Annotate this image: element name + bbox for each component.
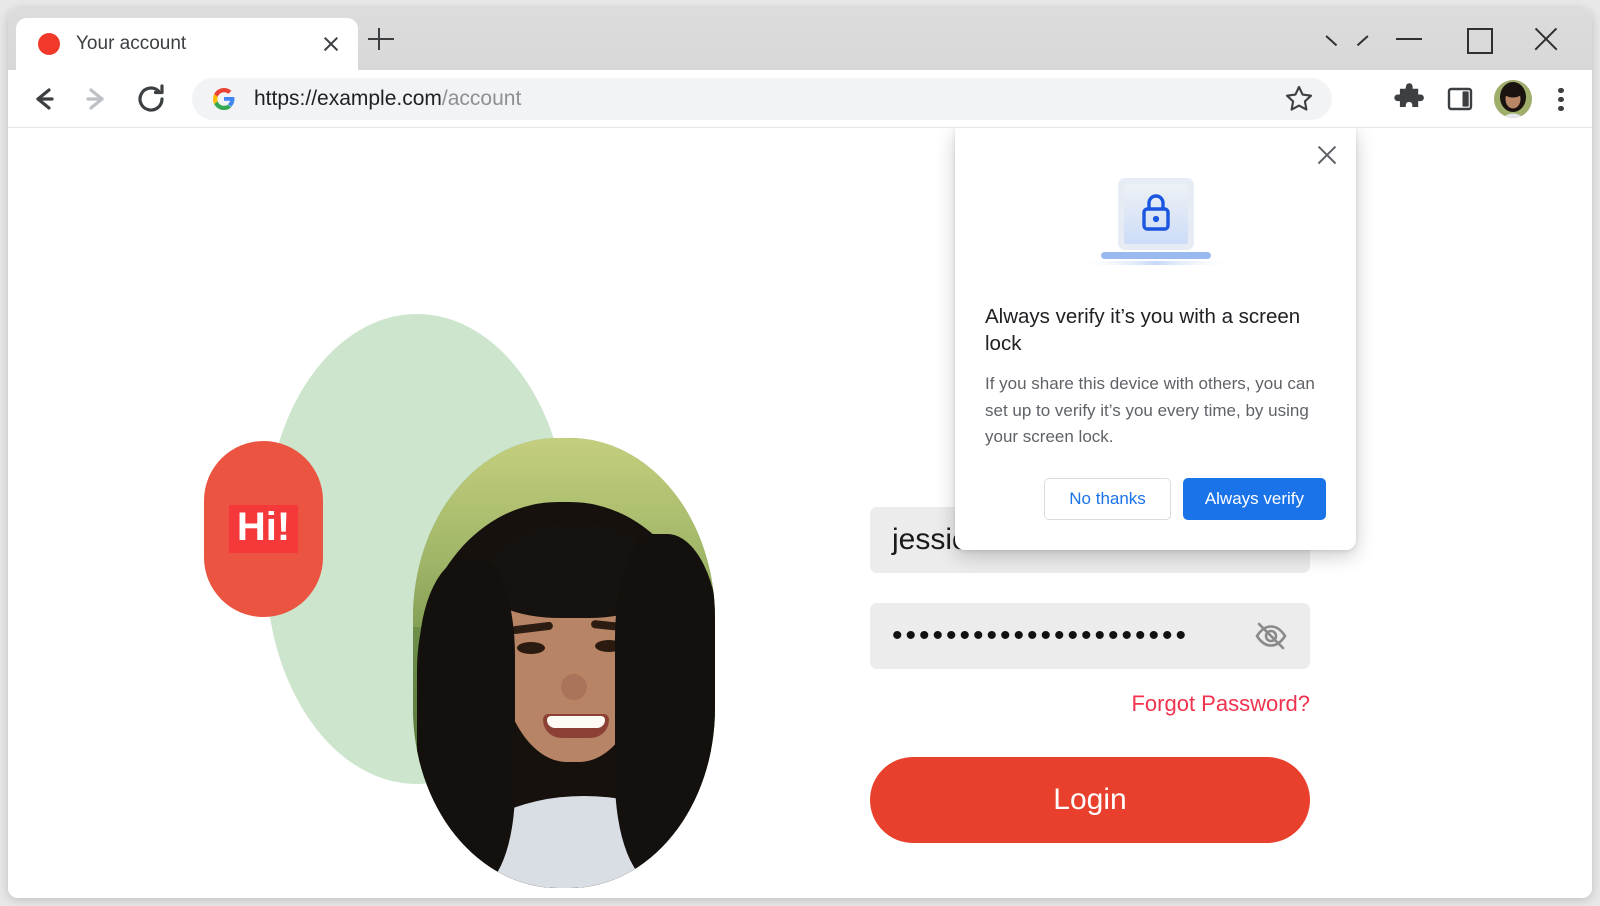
toolbar-actions [1285, 79, 1578, 119]
minimize-window-button[interactable] [1392, 22, 1426, 56]
password-input[interactable]: •••••••••••••••••••••• [870, 603, 1310, 669]
greeting-badge-label: Hi! [228, 504, 299, 554]
close-window-button[interactable] [1529, 22, 1563, 56]
back-arrow-icon[interactable] [20, 76, 66, 122]
url-path: /account [441, 86, 522, 110]
tab-strip: Your account [8, 8, 1592, 70]
star-icon[interactable] [1280, 80, 1318, 118]
eye-off-icon[interactable] [1252, 617, 1290, 655]
laptop-with-lock-icon [1075, 178, 1236, 265]
side-panel-icon[interactable] [1440, 79, 1480, 119]
browser-toolbar: https://example.com/account [8, 70, 1592, 128]
dialog-body-text: If you share this device with others, yo… [985, 374, 1315, 446]
address-bar[interactable]: https://example.com/account [192, 77, 1332, 120]
address-bar-url: https://example.com/account [254, 87, 521, 111]
avatar[interactable] [1494, 79, 1532, 118]
new-tab-button[interactable] [366, 24, 396, 54]
tab-title: Your account [76, 33, 187, 54]
profile-photo [413, 438, 715, 888]
no-thanks-button[interactable]: No thanks [1044, 478, 1171, 521]
three-dot-menu-icon[interactable] [1544, 79, 1578, 119]
greeting-pill: Hi! [204, 441, 323, 617]
reload-icon[interactable] [128, 76, 174, 122]
page-viewport: Hi! W Please jessic ••••••••• [8, 128, 1592, 898]
dialog-title: Always verify it’s you with a screen loc… [985, 305, 1301, 355]
browser-tab[interactable]: Your account [16, 18, 358, 70]
password-value: •••••••••••••••••••••• [892, 619, 1190, 652]
always-verify-button[interactable]: Always verify [1182, 478, 1326, 521]
forward-arrow-icon[interactable] [74, 76, 120, 122]
dialog-actions: No thanks Always verify [985, 478, 1326, 521]
maximize-window-button[interactable] [1461, 22, 1495, 56]
tab-close-icon[interactable] [318, 31, 344, 57]
google-g-icon [213, 87, 235, 110]
puzzle-icon[interactable] [1390, 79, 1430, 119]
tab-favicon-icon [38, 33, 60, 55]
browser-window: Your account https://example.com/account… [8, 8, 1592, 898]
chevron-down-icon[interactable] [1323, 22, 1357, 56]
close-icon[interactable] [1312, 140, 1342, 170]
forgot-password-link[interactable]: Forgot Password? [870, 691, 1310, 717]
url-origin: https://example.com [254, 86, 442, 110]
screen-lock-dialog: Always verify it’s you with a screen loc… [955, 128, 1356, 551]
login-button[interactable]: Login [870, 757, 1310, 843]
